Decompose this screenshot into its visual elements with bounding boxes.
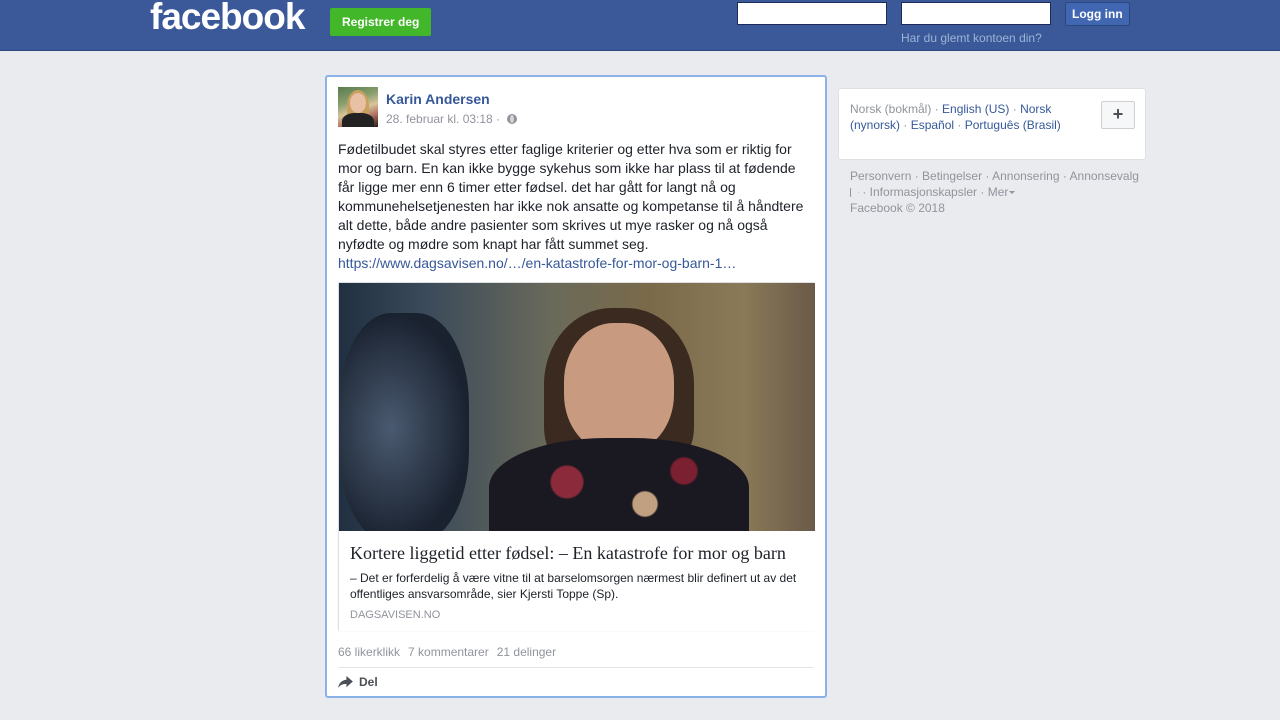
divider — [338, 667, 814, 668]
language-link[interactable]: English (US) — [942, 102, 1009, 116]
adchoices-icon — [850, 188, 859, 197]
footer-link-cookies[interactable]: Informasjonskapsler — [870, 185, 977, 199]
language-selector: Norsk (bokmål) · English (US) · Norsk (n… — [838, 88, 1146, 160]
language-link[interactable]: Español — [911, 118, 954, 132]
shares-count[interactable]: 21 delinger — [497, 645, 556, 659]
footer-links: Personvern · Betingelser · Annonsering ·… — [850, 169, 1139, 215]
link-preview-image[interactable] — [339, 283, 815, 531]
footer-link-advertising[interactable]: Annonsering — [992, 169, 1059, 183]
copyright: Facebook © 2018 — [850, 201, 945, 215]
footer-link-privacy[interactable]: Personvern — [850, 169, 911, 183]
more-label: Mer — [987, 185, 1009, 199]
author-name[interactable]: Karin Andersen — [386, 91, 490, 107]
facebook-logo[interactable]: facebook — [150, 0, 305, 38]
current-language: Norsk (bokmål) — [850, 102, 932, 116]
share-label: Del — [359, 675, 378, 689]
password-input[interactable] — [901, 2, 1051, 25]
post-link[interactable]: https://www.dagsavisen.no/…/en-katastrof… — [338, 254, 736, 273]
post-stats: 66 likerklikk 7 kommentarer 21 delinger — [338, 645, 556, 659]
post-card: Karin Andersen 28. februar kl. 03:18 · F… — [325, 75, 827, 698]
footer-link-terms[interactable]: Betingelser — [922, 169, 982, 183]
post-meta: 28. februar kl. 03:18 · — [386, 112, 518, 126]
post-timestamp[interactable]: 28. februar kl. 03:18 · — [386, 112, 500, 126]
language-link[interactable]: Português (Brasil) — [965, 118, 1061, 132]
post-text: Fødetilbudet skal styres etter faglige k… — [338, 141, 804, 252]
adchoices-label: Annonsevalg — [1069, 169, 1139, 183]
email-input[interactable] — [737, 2, 887, 25]
share-arrow-icon — [338, 676, 353, 688]
login-button[interactable]: Logg inn — [1065, 2, 1130, 26]
globe-icon[interactable] — [507, 114, 518, 124]
top-bar: facebook Registrer deg Logg inn Har du g… — [0, 0, 1280, 51]
caret-down-icon — [1009, 191, 1016, 194]
link-preview-title[interactable]: Kortere liggetid etter fødsel: – En kata… — [350, 542, 804, 564]
link-preview-card[interactable]: Kortere liggetid etter fødsel: – En kata… — [338, 282, 815, 631]
share-button[interactable]: Del — [338, 675, 378, 689]
register-button[interactable]: Registrer deg — [330, 8, 432, 36]
author-avatar[interactable] — [338, 87, 378, 127]
footer-link-more[interactable]: Mer — [988, 185, 1016, 199]
link-preview-body[interactable]: Kortere liggetid etter fødsel: – En kata… — [339, 531, 815, 631]
comments-count[interactable]: 7 kommentarer — [408, 645, 489, 659]
likes-count[interactable]: 66 likerklikk — [338, 645, 400, 659]
language-list: Norsk (bokmål) · English (US) · Norsk (n… — [850, 102, 1061, 132]
link-preview-domain: DAGSAVISEN.NO — [350, 609, 441, 621]
link-preview-description: – Det er forferdelig å være vitne til at… — [350, 571, 797, 601]
forgot-account-link[interactable]: Har du glemt kontoen din? — [901, 31, 1042, 45]
add-language-button[interactable]: + — [1101, 101, 1135, 129]
